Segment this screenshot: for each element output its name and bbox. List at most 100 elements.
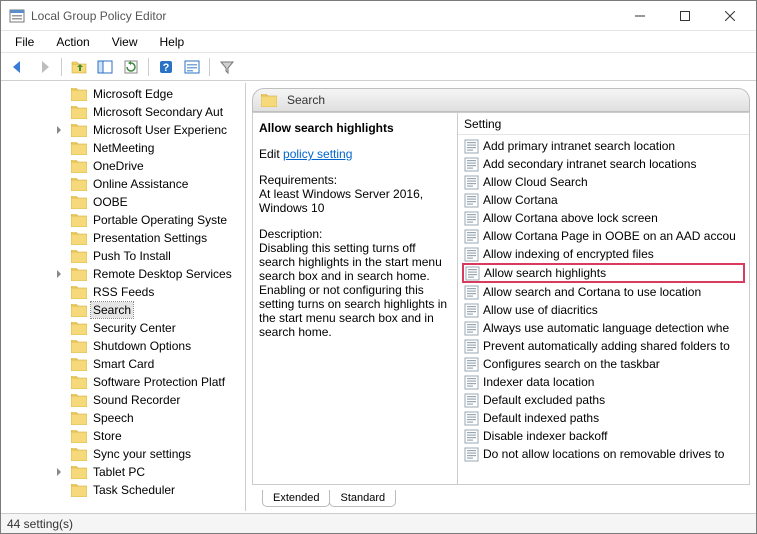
properties-button[interactable] xyxy=(181,56,203,78)
folder-icon xyxy=(71,214,87,227)
help-button[interactable]: ? xyxy=(155,56,177,78)
toolbar-separator xyxy=(209,58,210,76)
setting-item[interactable]: Allow Cortana above lock screen xyxy=(458,209,749,227)
status-text: 44 setting(s) xyxy=(7,517,73,531)
settings-column[interactable]: Setting Add primary intranet search loca… xyxy=(458,113,749,484)
folder-icon xyxy=(261,94,277,107)
menu-view[interactable]: View xyxy=(102,33,148,51)
tree-item[interactable]: Remote Desktop Services xyxy=(1,265,245,283)
tree-item-label: Remote Desktop Services xyxy=(91,266,234,282)
tab-standard[interactable]: Standard xyxy=(329,490,396,507)
policy-icon xyxy=(464,393,479,408)
folder-icon xyxy=(71,340,87,353)
tree-item-label: Sync your settings xyxy=(91,446,193,462)
setting-item-label: Always use automatic language detection … xyxy=(483,321,729,335)
tree-item[interactable]: Microsoft Edge xyxy=(1,85,245,103)
setting-item-label: Prevent automatically adding shared fold… xyxy=(483,339,730,353)
setting-item[interactable]: Allow Cortana Page in OOBE on an AAD acc… xyxy=(458,227,749,245)
setting-item[interactable]: Default excluded paths xyxy=(458,391,749,409)
forward-button[interactable] xyxy=(33,56,55,78)
setting-item[interactable]: Allow Cortana xyxy=(458,191,749,209)
tree-item[interactable]: Smart Card xyxy=(1,355,245,373)
tree-item[interactable]: Software Protection Platf xyxy=(1,373,245,391)
tree-item[interactable]: RSS Feeds xyxy=(1,283,245,301)
tree-item[interactable]: Sync your settings xyxy=(1,445,245,463)
folder-icon xyxy=(71,358,87,371)
setting-item[interactable]: Allow use of diacritics xyxy=(458,301,749,319)
tree-item-label: Online Assistance xyxy=(91,176,190,192)
setting-item[interactable]: Allow Cloud Search xyxy=(458,173,749,191)
policy-icon xyxy=(464,429,479,444)
tree-item[interactable]: Portable Operating Syste xyxy=(1,211,245,229)
setting-item[interactable]: Add secondary intranet search locations xyxy=(458,155,749,173)
settings-column-header[interactable]: Setting xyxy=(458,113,749,135)
setting-item[interactable]: Allow search highlights xyxy=(462,263,745,283)
up-button[interactable] xyxy=(68,56,90,78)
setting-item[interactable]: Add primary intranet search location xyxy=(458,137,749,155)
show-hide-button[interactable] xyxy=(94,56,116,78)
tree-item[interactable]: Sound Recorder xyxy=(1,391,245,409)
policy-icon xyxy=(464,375,479,390)
setting-item-label: Default excluded paths xyxy=(483,393,605,407)
minimize-button[interactable] xyxy=(617,2,662,30)
tab-extended[interactable]: Extended xyxy=(262,490,330,507)
tree-item[interactable]: OOBE xyxy=(1,193,245,211)
folder-icon xyxy=(71,232,87,245)
setting-item[interactable]: Default indexed paths xyxy=(458,409,749,427)
status-bar: 44 setting(s) xyxy=(1,513,756,533)
setting-item[interactable]: Indexer data location xyxy=(458,373,749,391)
refresh-button[interactable] xyxy=(120,56,142,78)
menu-file[interactable]: File xyxy=(5,33,44,51)
policy-icon xyxy=(464,321,479,336)
tree-item[interactable]: Security Center xyxy=(1,319,245,337)
filter-button[interactable] xyxy=(216,56,238,78)
tree-item[interactable]: Online Assistance xyxy=(1,175,245,193)
folder-icon xyxy=(71,412,87,425)
tree-item[interactable]: Task Scheduler xyxy=(1,481,245,499)
setting-item-label: Allow Cortana above lock screen xyxy=(483,211,658,225)
tree-item[interactable]: Speech xyxy=(1,409,245,427)
menu-help[interactable]: Help xyxy=(150,33,195,51)
maximize-button[interactable] xyxy=(662,2,707,30)
edit-policy-link[interactable]: policy setting xyxy=(283,147,352,161)
setting-item[interactable]: Allow search and Cortana to use location xyxy=(458,283,749,301)
setting-item[interactable]: Allow indexing of encrypted files xyxy=(458,245,749,263)
details-pane: Search Allow search highlights Edit poli… xyxy=(246,83,756,511)
requirements-label: Requirements: xyxy=(259,173,451,187)
tree-item[interactable]: Store xyxy=(1,427,245,445)
toolbar-separator xyxy=(148,58,149,76)
setting-item[interactable]: Prevent automatically adding shared fold… xyxy=(458,337,749,355)
tree-item[interactable]: Search xyxy=(1,301,245,319)
policy-icon xyxy=(464,285,479,300)
tree-item[interactable]: Microsoft Secondary Aut xyxy=(1,103,245,121)
setting-item[interactable]: Configures search on the taskbar xyxy=(458,355,749,373)
tree-item[interactable]: OneDrive xyxy=(1,157,245,175)
tree-item[interactable]: Push To Install xyxy=(1,247,245,265)
setting-item[interactable]: Always use automatic language detection … xyxy=(458,319,749,337)
content-area: Microsoft EdgeMicrosoft Secondary AutMic… xyxy=(1,83,756,511)
setting-item-label: Do not allow locations on removable driv… xyxy=(483,447,724,461)
setting-item[interactable]: Do not allow locations on removable driv… xyxy=(458,445,749,463)
folder-icon xyxy=(71,322,87,335)
tree-item[interactable]: Presentation Settings xyxy=(1,229,245,247)
titlebar: Local Group Policy Editor xyxy=(1,1,756,31)
window-title: Local Group Policy Editor xyxy=(31,9,617,23)
setting-item[interactable]: Disable indexer backoff xyxy=(458,427,749,445)
tree-pane[interactable]: Microsoft EdgeMicrosoft Secondary AutMic… xyxy=(1,83,246,511)
edit-label: Edit xyxy=(259,147,280,161)
policy-title: Allow search highlights xyxy=(259,121,451,135)
menu-action[interactable]: Action xyxy=(46,33,99,51)
setting-item-label: Allow Cloud Search xyxy=(483,175,588,189)
close-button[interactable] xyxy=(707,2,752,30)
tree-item-label: NetMeeting xyxy=(91,140,156,156)
policy-icon xyxy=(464,447,479,462)
tree-item-label: Tablet PC xyxy=(91,464,147,480)
tree-item[interactable]: Shutdown Options xyxy=(1,337,245,355)
folder-icon xyxy=(71,304,87,317)
tree-item[interactable]: Tablet PC xyxy=(1,463,245,481)
tree-item[interactable]: NetMeeting xyxy=(1,139,245,157)
back-button[interactable] xyxy=(7,56,29,78)
folder-icon xyxy=(71,196,87,209)
setting-item-label: Default indexed paths xyxy=(483,411,599,425)
tree-item[interactable]: Microsoft User Experienc xyxy=(1,121,245,139)
